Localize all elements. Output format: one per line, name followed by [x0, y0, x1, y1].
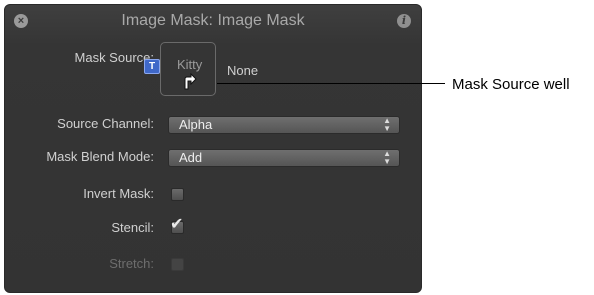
select-arrows-icon: ▲ ▼ [383, 116, 391, 133]
mask-blend-mode-label: Mask Blend Mode: [46, 149, 154, 164]
mask-blend-mode-select[interactable]: Add ▲ ▼ [168, 149, 400, 167]
panel-title: Image Mask: Image Mask [121, 12, 305, 29]
invert-mask-checkbox[interactable] [171, 188, 184, 201]
mask-blend-mode-value: Add [179, 150, 203, 165]
callout-line [217, 83, 445, 84]
source-channel-value: Alpha [179, 117, 213, 132]
source-channel-label: Source Channel: [57, 116, 154, 131]
mask-source-value: None [227, 63, 259, 78]
select-arrows-icon: ▲ ▼ [383, 149, 391, 166]
text-layer-icon: T [144, 59, 160, 74]
mask-source-dragged-layer: Kitty [177, 57, 203, 72]
callout-label: Mask Source well [452, 76, 570, 93]
stencil-label: Stencil: [111, 220, 154, 235]
title-bar: × Image Mask: Image Mask i [5, 5, 421, 37]
info-icon[interactable]: i [397, 14, 411, 28]
drag-cursor-icon [184, 73, 197, 90]
stretch-label: Stretch: [109, 256, 154, 271]
source-channel-select[interactable]: Alpha ▲ ▼ [168, 116, 400, 134]
checkmark-icon: ✔ [170, 216, 184, 233]
invert-mask-label: Invert Mask: [83, 186, 154, 201]
mask-source-label: Mask Source: [74, 50, 154, 65]
stretch-checkbox [171, 258, 184, 271]
